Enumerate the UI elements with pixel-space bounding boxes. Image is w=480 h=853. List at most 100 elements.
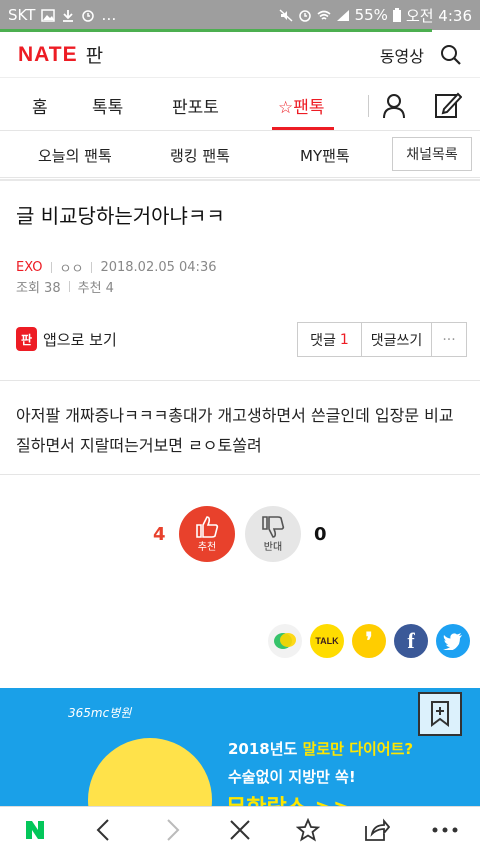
share-button[interactable] <box>362 815 392 845</box>
author-name: ㅇㅇ <box>59 262 84 277</box>
site-header: NATE 판 동영상 <box>0 32 480 78</box>
user-icon[interactable] <box>382 93 406 119</box>
battery-percent: 55% <box>354 6 388 24</box>
divider <box>0 179 480 181</box>
upvote-button[interactable]: 추천 <box>179 506 235 562</box>
carrier-label: SKT <box>8 6 36 24</box>
active-tab-indicator <box>272 127 334 130</box>
close-icon <box>230 820 250 840</box>
ad-headline: 2018년도 말로만 다이어트? <box>228 738 413 759</box>
article-title: 글 비교당하는거아냐ㅋㅋ <box>16 204 225 228</box>
upvote-count: 4 <box>153 524 166 545</box>
clock: 오전 4:36 <box>405 6 472 25</box>
meta-separator <box>68 281 70 292</box>
more-dots-icon <box>432 827 458 833</box>
comment-count: 1 <box>339 331 349 348</box>
alarm-status-icon <box>298 9 311 22</box>
mute-icon <box>279 8 293 22</box>
ad-subline: 수술없이 지방만 쏙! <box>228 768 356 786</box>
menu-button[interactable] <box>430 815 460 845</box>
kakaostory-icon: ❜ <box>365 628 373 653</box>
twitter-icon <box>443 632 462 650</box>
thumbs-up-icon <box>196 515 219 538</box>
naver-icon <box>26 821 44 839</box>
twitter-share-button[interactable] <box>436 624 470 658</box>
channel-list-button[interactable]: 채널목록 <box>392 137 472 171</box>
recommend-count: 추천 4 <box>77 281 114 296</box>
download-icon <box>63 9 74 22</box>
battery-icon <box>392 8 401 22</box>
share-buttons: TALK ❜ f <box>268 624 470 658</box>
ad-headline-prefix: 2018년도 <box>228 740 303 758</box>
post-date: 2018.02.05 04:36 <box>100 260 217 275</box>
close-button[interactable] <box>225 815 255 845</box>
write-comment-button[interactable]: 댓글쓰기 <box>362 323 432 356</box>
more-notifications-icon: … <box>101 6 117 24</box>
video-link[interactable]: 동영상 <box>380 43 424 67</box>
divider <box>0 380 480 381</box>
browser-toolbar <box>0 806 480 853</box>
write-icon[interactable] <box>434 91 462 119</box>
open-in-app-label: 앱으로 보기 <box>43 330 117 349</box>
ad-headline-highlight: 말로만 다이어트? <box>302 740 414 758</box>
subtab-today-fantalk[interactable]: 오늘의 팬톡 <box>38 145 112 166</box>
nav-divider <box>368 95 369 117</box>
line-icon <box>274 633 296 649</box>
kakaostory-share-button[interactable]: ❜ <box>352 624 386 658</box>
ad-banner[interactable]: 365mc병원 2018년도 말로만 다이어트? 수술없이 지방만 쏙! 무한람… <box>0 688 480 808</box>
back-button[interactable] <box>88 815 118 845</box>
sub-nav: 오늘의 팬톡 랭킹 팬톡 MY팬톡 채널목록 <box>0 132 480 178</box>
ad-mascot <box>88 738 212 808</box>
naver-home-button[interactable] <box>20 815 50 845</box>
downvote-label: 반대 <box>263 541 283 553</box>
downvote-count: 0 <box>314 524 327 545</box>
wifi-icon <box>317 10 331 20</box>
pan-logo[interactable]: 판 <box>86 41 103 68</box>
chevron-right-icon <box>167 819 180 841</box>
meta-separator <box>50 262 52 273</box>
main-nav: 홈 톡톡 판포토 ☆팬톡 <box>0 79 480 131</box>
favorite-button[interactable] <box>293 815 323 845</box>
ad-brand: 365mc병원 <box>68 706 132 720</box>
bookmark-button[interactable] <box>418 692 462 736</box>
chevron-left-icon <box>96 819 109 841</box>
forward-button[interactable] <box>158 815 188 845</box>
nate-logo[interactable]: NATE <box>18 43 78 67</box>
signal-icon <box>336 9 349 21</box>
thumbs-down-icon <box>262 515 285 538</box>
search-icon[interactable] <box>440 44 462 66</box>
divider <box>0 474 480 475</box>
pan-app-icon: 판 <box>16 327 37 351</box>
article-meta: EXO ㅇㅇ 2018.02.05 04:36 <box>16 258 216 277</box>
comments-label: 댓글 <box>310 332 336 349</box>
tab-fantalk[interactable]: ☆팬톡 <box>278 93 325 118</box>
tab-toktok[interactable]: 톡톡 <box>92 93 123 118</box>
comments-button[interactable]: 댓글 1 <box>298 323 362 356</box>
share-icon <box>365 818 390 841</box>
upvote-label: 추천 <box>197 541 217 553</box>
more-options-button[interactable]: ··· <box>432 323 466 356</box>
alarm-icon <box>82 9 95 22</box>
line-share-button[interactable] <box>268 624 302 658</box>
tab-home[interactable]: 홈 <box>32 93 48 118</box>
kakaotalk-share-button[interactable]: TALK <box>310 624 344 658</box>
comment-button-group: 댓글 1 댓글쓰기 ··· <box>297 322 467 357</box>
downvote-button[interactable]: 반대 <box>245 506 301 562</box>
kakaotalk-icon: TALK <box>315 636 339 646</box>
category-link[interactable]: EXO <box>16 260 43 275</box>
subtab-my-fantalk[interactable]: MY팬톡 <box>300 145 350 166</box>
article-body: 아저팔 개짜증나ㅋㅋㅋ총대가 개고생하면서 쓴글인데 입장문 비교질하면서 지랄… <box>16 406 454 455</box>
facebook-icon: f <box>407 628 415 653</box>
facebook-share-button[interactable]: f <box>394 624 428 658</box>
tab-panphoto[interactable]: 판포토 <box>172 93 219 118</box>
subtab-ranking-fantalk[interactable]: 랭킹 팬톡 <box>170 145 230 166</box>
page: SKT … 55% 오전 4:36 NATE 판 동영상 홈 톡톡 판포토 ☆팬… <box>0 0 480 853</box>
status-bar: SKT … 55% 오전 4:36 <box>0 0 480 30</box>
meta-separator <box>91 262 93 273</box>
view-count: 조회 38 <box>16 281 61 296</box>
gallery-icon <box>41 8 56 22</box>
article-stats: 조회 38 추천 4 <box>16 277 114 296</box>
star-icon <box>296 818 320 842</box>
bookmark-add-icon <box>431 701 449 727</box>
open-in-app-link[interactable]: 판 앱으로 보기 <box>16 327 117 351</box>
